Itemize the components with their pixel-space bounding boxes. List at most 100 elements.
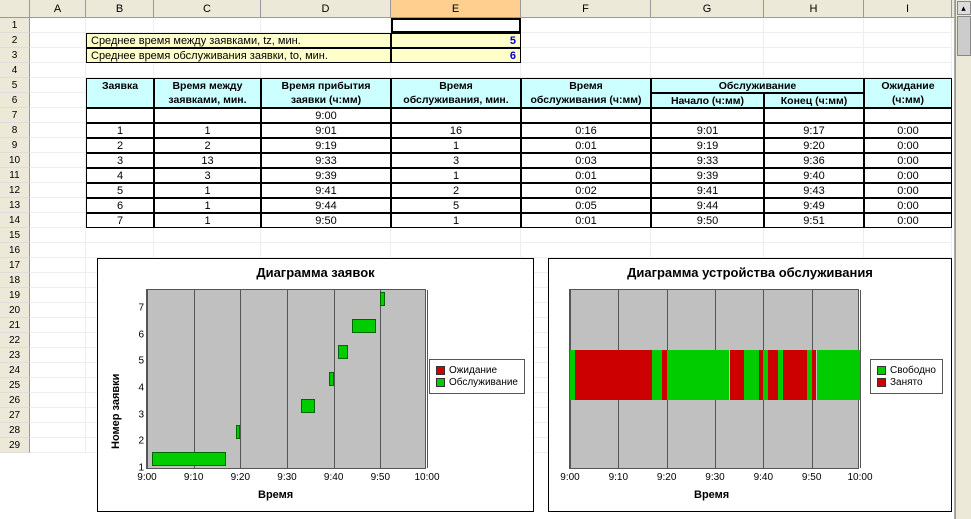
- table-row-n[interactable]: 7: [86, 213, 154, 228]
- param-tz-value[interactable]: 5: [391, 33, 521, 48]
- col-header-H[interactable]: H: [764, 0, 864, 17]
- cell-H1[interactable]: [764, 18, 864, 33]
- spreadsheet[interactable]: A B C D E F G H I 12Среднее время между …: [0, 0, 955, 519]
- row-header-19[interactable]: 19: [0, 288, 30, 303]
- table-row-start[interactable]: 9:50: [651, 213, 764, 228]
- table-row-n[interactable]: 6: [86, 198, 154, 213]
- cell-A8[interactable]: [30, 123, 86, 138]
- cell-A17[interactable]: [30, 258, 86, 273]
- row-header-29[interactable]: 29: [0, 438, 30, 453]
- table-row-arrive[interactable]: 9:44: [261, 198, 391, 213]
- col-header-A[interactable]: A: [30, 0, 86, 17]
- table-row-svcmin[interactable]: 16: [391, 123, 521, 138]
- table-row-end[interactable]: 9:20: [764, 138, 864, 153]
- table-row-arrive[interactable]: 9:01: [261, 123, 391, 138]
- cell-A21[interactable]: [30, 318, 86, 333]
- table-row-arrive[interactable]: 9:50: [261, 213, 391, 228]
- th-obsl[interactable]: Обслуживание: [651, 78, 864, 93]
- cell-D1[interactable]: [261, 18, 391, 33]
- cell-I3[interactable]: [864, 48, 952, 63]
- cell-G7[interactable]: [651, 108, 764, 123]
- table-row-n[interactable]: 1: [86, 123, 154, 138]
- cell-G3[interactable]: [651, 48, 764, 63]
- cell-C7[interactable]: [154, 108, 261, 123]
- table-row-svcmin[interactable]: 2: [391, 183, 521, 198]
- table-row-start[interactable]: 9:39: [651, 168, 764, 183]
- param-tz-label[interactable]: Среднее время между заявками, tz, мин.: [86, 33, 391, 48]
- col-header-F[interactable]: F: [521, 0, 651, 17]
- cell-A23[interactable]: [30, 348, 86, 363]
- table-row-svcmin[interactable]: 5: [391, 198, 521, 213]
- cell-A11[interactable]: [30, 168, 86, 183]
- cell-A24[interactable]: [30, 363, 86, 378]
- cell-A14[interactable]: [30, 213, 86, 228]
- cell-A9[interactable]: [30, 138, 86, 153]
- cell-G2[interactable]: [651, 33, 764, 48]
- cell-D4[interactable]: [261, 63, 391, 78]
- row-header-16[interactable]: 16: [0, 243, 30, 258]
- row-header-12[interactable]: 12: [0, 183, 30, 198]
- table-row-svchm[interactable]: 0:01: [521, 213, 651, 228]
- cell-G15[interactable]: [651, 228, 764, 243]
- cell-A25[interactable]: [30, 378, 86, 393]
- cell-A22[interactable]: [30, 333, 86, 348]
- cell-B15[interactable]: [86, 228, 154, 243]
- row-header-28[interactable]: 28: [0, 423, 30, 438]
- cell-A3[interactable]: [30, 48, 86, 63]
- cell-A1[interactable]: [30, 18, 86, 33]
- cell-F3[interactable]: [521, 48, 651, 63]
- th-pribyt-2[interactable]: заявки (ч:мм): [261, 93, 391, 108]
- col-header-G[interactable]: G: [651, 0, 764, 17]
- cell-H16[interactable]: [764, 243, 864, 258]
- table-row-start[interactable]: 9:44: [651, 198, 764, 213]
- cell-H2[interactable]: [764, 33, 864, 48]
- cell-B7[interactable]: [86, 108, 154, 123]
- table-row-end[interactable]: 9:43: [764, 183, 864, 198]
- cell-A27[interactable]: [30, 408, 86, 423]
- th-nachalo[interactable]: Начало (ч:мм): [651, 93, 764, 108]
- table-row-end[interactable]: 9:51: [764, 213, 864, 228]
- cell-G16[interactable]: [651, 243, 764, 258]
- table-row-n[interactable]: 3: [86, 153, 154, 168]
- cell-H4[interactable]: [764, 63, 864, 78]
- cell-B4[interactable]: [86, 63, 154, 78]
- cell-I4[interactable]: [864, 63, 952, 78]
- cell-E7[interactable]: [391, 108, 521, 123]
- table-row-end[interactable]: 9:40: [764, 168, 864, 183]
- table-row-end[interactable]: 9:17: [764, 123, 864, 138]
- table-row-svchm[interactable]: 0:02: [521, 183, 651, 198]
- table-row-n[interactable]: 4: [86, 168, 154, 183]
- table-row-between[interactable]: 3: [154, 168, 261, 183]
- cell-B16[interactable]: [86, 243, 154, 258]
- table-row-arrive[interactable]: 9:39: [261, 168, 391, 183]
- cell-A12[interactable]: [30, 183, 86, 198]
- col-header-B[interactable]: B: [86, 0, 154, 17]
- row-header-10[interactable]: 10: [0, 153, 30, 168]
- table-row-start[interactable]: 9:33: [651, 153, 764, 168]
- th-pribyt-1[interactable]: Время прибытия: [261, 78, 391, 93]
- cell-F16[interactable]: [521, 243, 651, 258]
- row-header-23[interactable]: 23: [0, 348, 30, 363]
- cell-A10[interactable]: [30, 153, 86, 168]
- row-header-26[interactable]: 26: [0, 393, 30, 408]
- scroll-thumb[interactable]: [957, 16, 971, 56]
- table-row-svchm[interactable]: 0:05: [521, 198, 651, 213]
- th-ozhid-1[interactable]: Ожидание: [864, 78, 952, 93]
- cell-I1[interactable]: [864, 18, 952, 33]
- th-konets[interactable]: Конец (ч:мм): [764, 93, 864, 108]
- table-row-between[interactable]: 1: [154, 183, 261, 198]
- table-row-end[interactable]: 9:36: [764, 153, 864, 168]
- param-to-label[interactable]: Среднее время обслуживания заявки, to, м…: [86, 48, 391, 63]
- cell-F7[interactable]: [521, 108, 651, 123]
- row-header-27[interactable]: 27: [0, 408, 30, 423]
- table-row-svchm[interactable]: 0:16: [521, 123, 651, 138]
- cell-A29[interactable]: [30, 438, 86, 453]
- cell-I16[interactable]: [864, 243, 952, 258]
- row-header-21[interactable]: 21: [0, 318, 30, 333]
- row-header-13[interactable]: 13: [0, 198, 30, 213]
- th-obslmin-2[interactable]: обслуживания, мин.: [391, 93, 521, 108]
- cell-G4[interactable]: [651, 63, 764, 78]
- table-row-n[interactable]: 2: [86, 138, 154, 153]
- table-row-wait[interactable]: 0:00: [864, 138, 952, 153]
- cell-C15[interactable]: [154, 228, 261, 243]
